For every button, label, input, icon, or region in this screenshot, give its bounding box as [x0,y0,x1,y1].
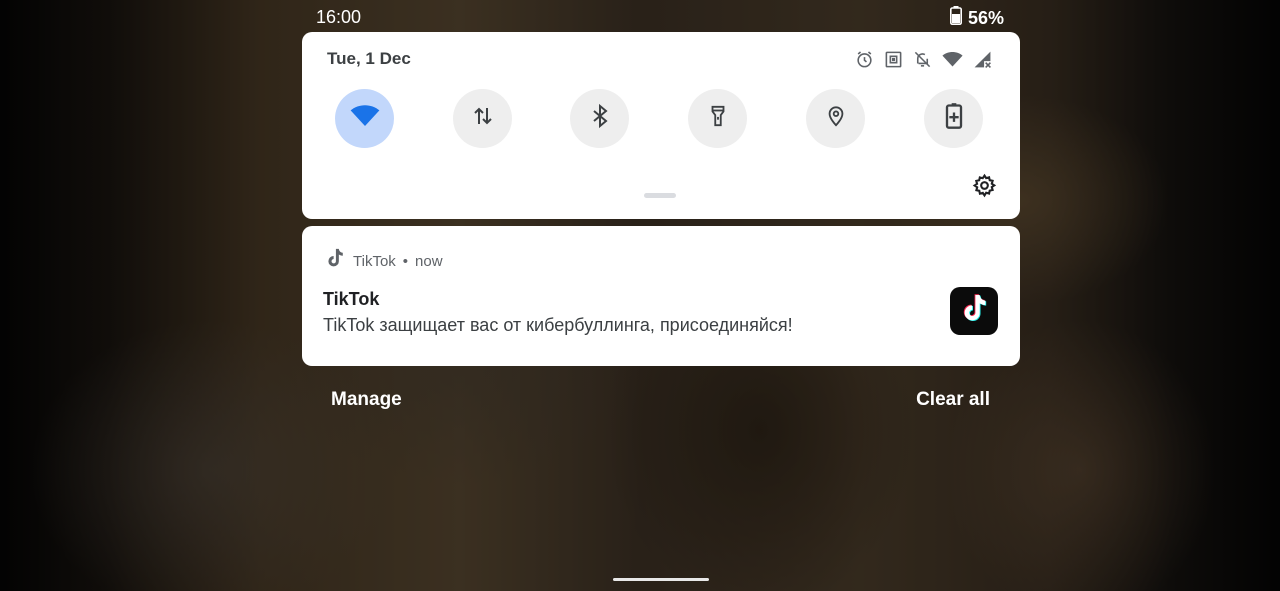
location-icon [825,103,847,134]
tile-location[interactable] [806,89,865,148]
wifi-icon [942,50,963,69]
tiktok-icon [324,247,346,277]
qs-status-icons [855,50,992,69]
qs-expand-handle[interactable] [644,193,676,198]
settings-button[interactable] [971,173,997,203]
notification-separator: • [402,253,409,270]
status-right: 56% [949,6,1004,30]
tile-wifi[interactable] [335,89,394,148]
tile-bluetooth[interactable] [570,89,629,148]
qs-date: Tue, 1 Dec [327,49,411,68]
battery-icon [949,6,962,30]
notification-app-name: TikTok [353,253,396,270]
flashlight-icon [707,103,729,134]
bluetooth-icon [588,103,612,134]
tile-battery-saver[interactable] [924,89,983,148]
quick-settings-panel[interactable]: Tue, 1 Dec [302,32,1020,219]
notification-card[interactable]: TikTok • now TikTok TikTok защищает вас … [302,226,1020,366]
wifi-icon [350,103,380,134]
notification-header: TikTok • now [324,247,443,277]
notifications-off-icon [913,50,932,69]
clear-all-button[interactable]: Clear all [916,388,990,412]
notification-title: TikTok [323,289,380,309]
cellular-no-data-icon [973,50,992,69]
nfc-icon [884,50,903,69]
tile-mobile-data[interactable] [453,89,512,148]
manage-button[interactable]: Manage [331,388,402,412]
mobile-data-icon [471,104,495,133]
notification-large-icon [950,287,998,335]
battery-saver-icon [944,102,964,135]
notification-text: TikTok защищает вас от кибербуллинга, пр… [323,315,793,335]
tile-flashlight[interactable] [688,89,747,148]
alarm-icon [855,50,874,69]
notification-time: now [415,253,443,270]
gear-icon [972,173,997,203]
status-time: 16:00 [316,7,362,27]
battery-percent: 56% [967,8,1004,28]
tiktok-icon [957,292,991,331]
navigation-handle[interactable] [613,578,709,581]
